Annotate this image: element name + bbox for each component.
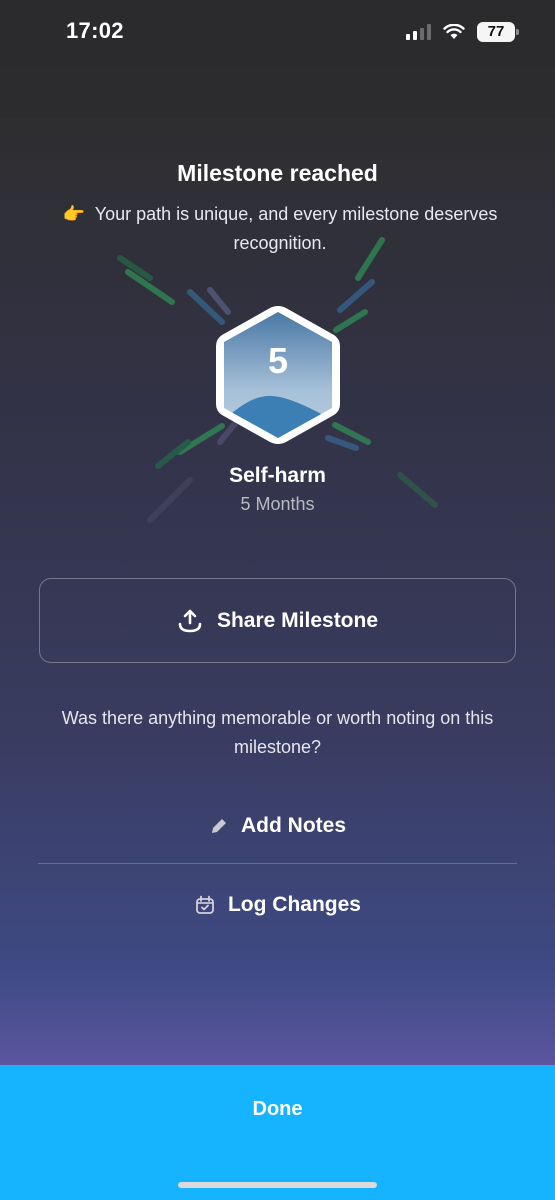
divider (38, 863, 517, 864)
sheet-background-top (0, 66, 555, 118)
done-button[interactable] (0, 1065, 555, 1200)
battery-icon: 77 (477, 22, 519, 42)
status-time: 17:02 (66, 18, 124, 43)
battery-level: 77 (487, 23, 505, 40)
done-label[interactable]: Done (0, 1098, 555, 1121)
add-notes-button[interactable]: Add Notes (0, 810, 555, 842)
notes-prompt: Was there anything memorable or worth no… (61, 708, 494, 757)
calendar-check-icon (196, 895, 214, 914)
wifi-icon (443, 24, 465, 39)
pointing-hand-icon: 👉 (62, 204, 86, 224)
cellular-signal-icon (406, 24, 431, 40)
pencil-icon (212, 819, 226, 833)
share-milestone-button[interactable]: Share Milestone (39, 578, 516, 663)
status-bar: 17:02 77 (0, 0, 555, 66)
log-changes-button[interactable]: Log Changes (0, 889, 555, 921)
milestone-duration: 5 Months (240, 494, 315, 514)
milestone-title: Milestone reached (177, 160, 378, 186)
add-notes-label: Add Notes (241, 814, 346, 837)
share-milestone-label: Share Milestone (216, 608, 379, 632)
badge-number: 5 (267, 340, 289, 381)
share-icon (178, 609, 202, 632)
status-icons: 77 (406, 22, 519, 42)
home-indicator (178, 1182, 377, 1188)
log-changes-label: Log Changes (227, 893, 361, 916)
milestone-name: Self-harm (229, 464, 326, 487)
